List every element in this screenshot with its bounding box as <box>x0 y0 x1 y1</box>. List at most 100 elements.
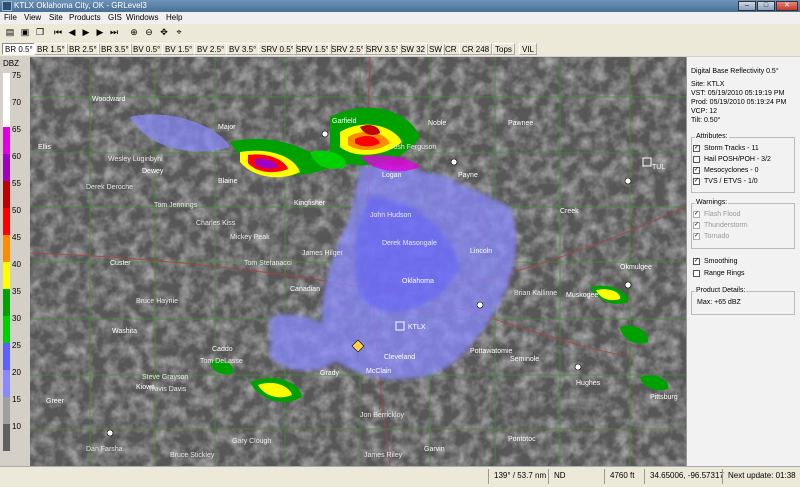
bearing-range-text: 139° / 53.7 nm <box>494 471 547 480</box>
product-srv-0-5[interactable]: SRV 0.5° <box>258 43 297 55</box>
last-frame-icon[interactable]: ⏭ <box>108 26 120 39</box>
legend-swatch <box>3 370 10 397</box>
county-label: Creek <box>560 208 579 215</box>
spotter-label: Bruce Haynie <box>136 298 178 305</box>
storm-track-marker <box>624 281 632 289</box>
hail-checkbox[interactable] <box>693 156 700 163</box>
menu-view[interactable]: View <box>24 13 41 22</box>
next-update-text: Next update: 01:38 <box>728 471 796 480</box>
menu-products[interactable]: Products <box>69 13 101 22</box>
county-label: Cleveland <box>384 354 415 361</box>
legend-label: 40 <box>12 260 21 269</box>
product-br-3-5[interactable]: BR 3.5° <box>98 43 132 55</box>
county-label: Kingfisher <box>294 200 326 207</box>
product-bv-3-5[interactable]: BV 3.5° <box>226 43 260 55</box>
menu-help[interactable]: Help <box>166 13 182 22</box>
vst-text: VST: 05/19/2010 05:19:19 PM <box>691 90 785 97</box>
close-button[interactable]: ✕ <box>776 1 798 11</box>
spotter-label: Gary Clough <box>232 438 271 445</box>
product-vil[interactable]: VIL <box>519 43 538 55</box>
county-label: Lincoln <box>470 248 492 255</box>
product-cr[interactable]: CR <box>442 43 460 55</box>
menu-site[interactable]: Site <box>49 13 63 22</box>
vcp-text: VCP: 12 <box>691 108 718 115</box>
menu-gis[interactable]: GIS <box>108 13 122 22</box>
legend-swatch <box>3 397 10 424</box>
mesocyclones-checkbox[interactable]: ✓ <box>693 167 700 174</box>
pan-icon[interactable]: ✥ <box>158 26 170 39</box>
product-bv-2-5[interactable]: BV 2.5° <box>194 43 228 55</box>
county-label: Blaine <box>218 178 238 185</box>
product-tops[interactable]: Tops <box>492 43 515 55</box>
tornado-label: Tornado <box>704 233 730 240</box>
product-bv-1-5[interactable]: BV 1.5° <box>162 43 196 55</box>
storm-track-marker <box>321 130 329 138</box>
legend-swatch <box>3 100 10 127</box>
smoothing-checkbox[interactable]: ✓ <box>693 258 700 265</box>
spotter-label: Derek Masongale <box>382 240 437 247</box>
open-icon[interactable]: ▤ <box>4 26 16 39</box>
county-label: McClain <box>366 368 391 375</box>
menu-file[interactable]: File <box>4 13 17 22</box>
toolbar: ▤ ▣ ❐ ⏮ ◀ ▶ ▶ ⏭ ⊕ ⊖ ✥ ⌖ <box>0 24 800 43</box>
first-frame-icon[interactable]: ⏮ <box>52 26 64 39</box>
warnings-title: Warnings: <box>695 199 729 206</box>
radar-map[interactable]: Woodward Ellis Major Garfield Noble Pawn… <box>30 57 686 466</box>
minimize-button[interactable]: – <box>738 1 756 11</box>
product-srv-1-5[interactable]: SRV 1.5° <box>293 43 332 55</box>
status-divider <box>644 469 645 484</box>
product-br-1-5[interactable]: BR 1.5° <box>34 43 68 55</box>
product-br-2-5[interactable]: BR 2.5° <box>66 43 100 55</box>
maximize-button[interactable]: □ <box>757 1 775 11</box>
county-label: Okmulgee <box>620 264 652 271</box>
thunderstorm-checkbox[interactable]: ✓ <box>693 222 700 229</box>
zoom-in-icon[interactable]: ⊕ <box>128 26 140 39</box>
hail-label: Hail POSH/POH - 3/2 <box>704 156 771 163</box>
legend-label: 20 <box>12 368 21 377</box>
product-cr-248[interactable]: CR 248 <box>459 43 493 55</box>
tvs-checkbox[interactable]: ✓ <box>693 178 700 185</box>
legend-label: 15 <box>12 395 21 404</box>
spotter-label: James Hilger <box>302 250 344 257</box>
product-br-0-5[interactable]: BR 0.5° <box>2 43 36 55</box>
spotter-label: Bruce Stickley <box>170 452 215 459</box>
next-frame-icon[interactable]: ▶ <box>94 26 106 39</box>
play-icon[interactable]: ▶ <box>80 26 92 39</box>
storm-track-marker <box>106 429 114 437</box>
legend-swatch <box>3 343 10 370</box>
county-label: Dewey <box>142 168 164 175</box>
zoom-out-icon[interactable]: ⊖ <box>143 26 155 39</box>
legend-swatch <box>3 316 10 343</box>
legend-title: DBZ <box>3 59 19 68</box>
title-bar: KTLX Oklahoma City, OK - GRLevel3 – □ ✕ <box>0 0 800 12</box>
nd-text: ND <box>554 471 566 480</box>
county-label: Pawnee <box>508 120 533 127</box>
county-label: Hughes <box>576 380 601 387</box>
product-bv-0-5[interactable]: BV 0.5° <box>130 43 164 55</box>
legend-label: 55 <box>12 179 21 188</box>
radar-site-label: TUL <box>652 164 665 171</box>
crosshair-icon[interactable]: ⌖ <box>173 26 185 39</box>
legend-label: 70 <box>12 98 21 107</box>
save-icon[interactable]: ▣ <box>19 26 31 39</box>
product-srv-2-5[interactable]: SRV 2.5° <box>328 43 367 55</box>
spotter-label: Tom Stefanacci <box>244 260 292 267</box>
spotter-label: James Riley <box>364 452 403 459</box>
prev-frame-icon[interactable]: ◀ <box>66 26 78 39</box>
dbz-color-legend: DBZ 75 70 65 60 55 50 45 40 35 30 25 20 15 10 <box>0 57 30 466</box>
radar-map-canvas[interactable]: Woodward Ellis Major Garfield Noble Pawn… <box>30 57 686 466</box>
menu-windows[interactable]: Windows <box>126 13 158 22</box>
product-srv-3-5[interactable]: SRV 3.5° <box>363 43 402 55</box>
storm-tracks-checkbox[interactable]: ✓ <box>693 145 700 152</box>
status-divider <box>722 469 723 484</box>
copy-icon[interactable]: ❐ <box>34 26 46 39</box>
app-icon <box>2 1 12 11</box>
storm-track-marker <box>574 363 582 371</box>
flash-flood-checkbox[interactable]: ✓ <box>693 211 700 218</box>
status-bar: 139° / 53.7 nm ND 4760 ft 34.65006, -96.… <box>0 466 800 487</box>
flash-flood-label: Flash Flood <box>704 211 741 218</box>
legend-swatch <box>3 424 10 451</box>
range-rings-checkbox[interactable] <box>693 270 700 277</box>
tornado-checkbox[interactable]: ✓ <box>693 233 700 240</box>
product-sw-32[interactable]: SW 32 <box>398 43 429 55</box>
